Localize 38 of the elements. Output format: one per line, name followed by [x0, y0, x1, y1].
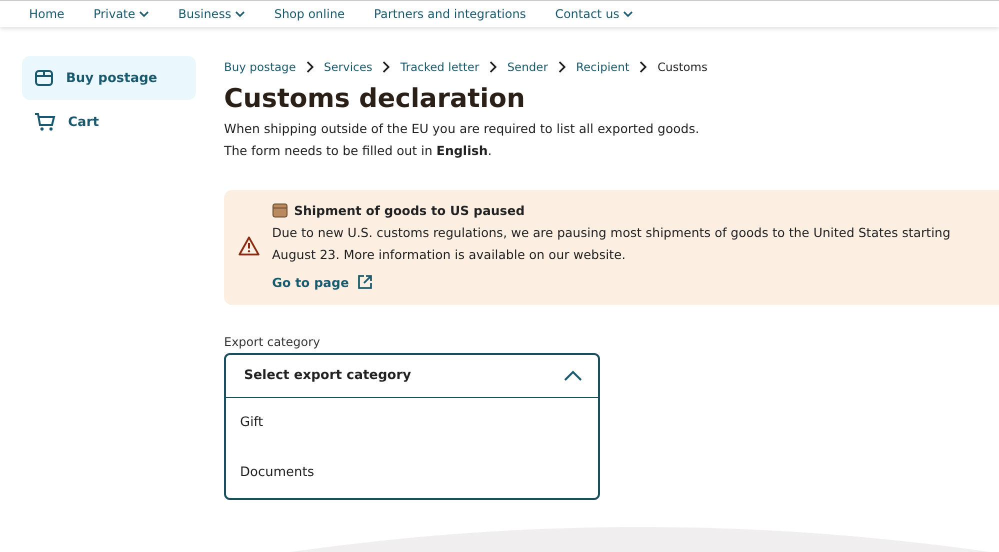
chevron-icon [564, 370, 582, 381]
breadcrumb-current: Customs [657, 60, 708, 74]
nav-link[interactable]: Home [29, 7, 64, 21]
nav-link[interactable]: Partners and integrations [374, 7, 526, 21]
intro-text: The form needs to be filled out in English. [224, 142, 493, 160]
dropdown-option[interactable]: Documents [226, 448, 598, 498]
nav-link[interactable]: Private [93, 7, 150, 21]
breadcrumb-link[interactable]: Services [324, 60, 372, 74]
notice-text: Due to new U.S. customs regulations, we are pausing most shipments of goods to the United States starting August 23. More information is available on our website. [272, 224, 952, 264]
dropdown-option[interactable]: Gift [226, 398, 598, 448]
sidebar-item[interactable]: Cart [22, 100, 196, 144]
export-category-dropdown[interactable]: Select export category Gift Documents [224, 352, 600, 500]
field-label: Export category [224, 334, 322, 348]
page-title: Customs declaration [224, 84, 526, 114]
box-icon [34, 68, 54, 88]
go-to-page-link[interactable]: Go to page [272, 274, 373, 290]
notice-title: Shipment of goods to US paused [294, 202, 525, 218]
external-link-icon [356, 274, 373, 290]
breadcrumb-link[interactable]: Sender [507, 60, 548, 74]
breadcrumb-link[interactable]: Buy postage [224, 60, 296, 74]
nav-link[interactable]: Business [178, 7, 246, 21]
chevron-down-icon [139, 10, 150, 18]
intro-text: When shipping outside of the EU you are required to list all exported goods. [224, 120, 700, 138]
chevron-down-icon [623, 10, 634, 18]
chevron-right-icon [558, 61, 566, 73]
breadcrumb-link[interactable]: Tracked letter [400, 60, 480, 74]
cart-icon [34, 112, 56, 132]
package-icon [272, 202, 288, 218]
chevron-right-icon [639, 61, 648, 73]
warning-icon [238, 236, 260, 256]
nav-link[interactable]: Contact us [555, 7, 634, 21]
sidebar-item[interactable]: Buy postage [22, 56, 196, 100]
chevron-right-icon [306, 61, 314, 73]
breadcrumb-link[interactable]: Recipient [576, 60, 630, 74]
chevron-right-icon [489, 61, 498, 73]
chevron-right-icon [382, 61, 390, 73]
chevron-down-icon [235, 10, 246, 18]
nav-link[interactable]: Shop online [274, 7, 345, 21]
